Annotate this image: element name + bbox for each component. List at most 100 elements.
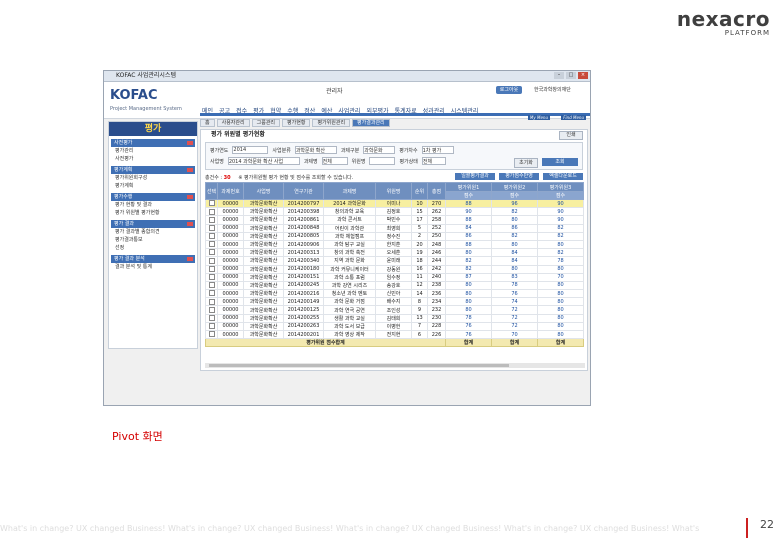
print-button[interactable]: 인쇄 xyxy=(559,131,583,140)
filter-select[interactable]: 과학문화 xyxy=(363,146,396,154)
col-business[interactable]: 사업명 xyxy=(243,182,284,200)
filter-select[interactable]: 과학문화 확산 xyxy=(294,146,337,154)
sidebar-group[interactable]: 평가 결과 xyxy=(111,220,195,228)
row-checkbox[interactable] xyxy=(205,239,218,250)
tab-eval-results[interactable]: 평가결과관리 xyxy=(352,119,390,127)
checkbox-icon[interactable] xyxy=(208,249,215,256)
row-checkbox[interactable] xyxy=(205,297,218,307)
row-checkbox[interactable] xyxy=(205,215,218,225)
maximize-icon[interactable]: □ xyxy=(566,72,576,79)
row-checkbox[interactable] xyxy=(205,280,218,291)
col-task-name[interactable]: 과제명 xyxy=(323,182,376,200)
table-row[interactable]: 00000 과학문화확산 2014200263 과학 도서 보급 이병헌 7 228 76 72… xyxy=(205,321,584,332)
row-checkbox[interactable] xyxy=(205,231,218,241)
checkbox-icon[interactable] xyxy=(208,200,215,207)
table-row[interactable]: 00000 과학문화확산 2014200245 과학 강연 시리즈 송강호 12 238 80… xyxy=(205,280,584,291)
col-institution[interactable]: 연구기관 xyxy=(283,182,324,200)
row-checkbox[interactable] xyxy=(205,198,218,209)
apply-score-button[interactable]: 평가점수반영 xyxy=(499,173,539,180)
sidebar-group[interactable]: 평가 결과 분석 xyxy=(111,255,195,263)
row-checkbox[interactable] xyxy=(205,223,218,233)
filter-select[interactable]: 1차 평가 xyxy=(421,146,454,154)
table-row[interactable]: 00000 과학문화확산 2014200805 과학 체험캠프 정수진 2 250 86 82 8… xyxy=(205,231,584,241)
minimize-icon[interactable]: – xyxy=(554,72,564,79)
sidebar-item[interactable]: 평가 현황 및 결과 xyxy=(109,201,197,209)
table-row[interactable]: 00000 과학문화확산 2014200180 과학 커뮤니케이터 강동원 16 242 82… xyxy=(205,264,584,274)
table-row[interactable]: 00000 과학문화확산 2014200313 창의 과학 축전 오세훈 19 246 80 8… xyxy=(205,248,584,258)
table-row[interactable]: 00000 과학문화확산 2014200797 2014 과학문화 이미나 10 270 88… xyxy=(205,198,584,209)
sidebar-item[interactable]: 평가관리 xyxy=(109,147,197,155)
checkbox-icon[interactable] xyxy=(208,331,215,338)
table-row[interactable]: 00000 과학문화확산 2014200398 창의과학 교육 김정호 15 262 90 82… xyxy=(205,207,584,217)
sidebar-group[interactable]: 사전평가 xyxy=(111,139,195,147)
table-row[interactable]: 00000 과학문화확산 2014200906 과학 탐구 교실 한지훈 20 248 88 8… xyxy=(205,239,584,250)
excel-download-button[interactable]: 엑셀다운로드 xyxy=(543,173,583,180)
sidebar-item[interactable]: 평가위원회구성 xyxy=(109,174,197,182)
col-rank[interactable]: 순위 xyxy=(411,182,428,200)
col-sub-2[interactable]: 점수 xyxy=(491,191,538,200)
table-row[interactable]: 00000 과학문화확산 2014200125 과학 연극 공연 조인성 9 232 80 72… xyxy=(205,305,584,315)
tab-home[interactable]: 홈 xyxy=(200,119,215,127)
checkbox-icon[interactable] xyxy=(208,208,215,215)
checkbox-icon[interactable] xyxy=(208,323,215,330)
sidebar-item[interactable]: 평가계획 xyxy=(109,182,197,190)
close-icon[interactable]: × xyxy=(578,72,588,79)
checkbox-icon[interactable] xyxy=(208,257,215,264)
logout-button[interactable]: 로그아웃 xyxy=(496,86,522,94)
filter-input[interactable]: 2014 과학문화 확산 사업 xyxy=(227,157,300,165)
table-row[interactable]: 00000 과학문화확산 2014200255 생활 과학 교실 김태희 13 230 78 7… xyxy=(205,313,584,323)
sidebar-group[interactable]: 평가수행 xyxy=(111,193,195,201)
checkbox-icon[interactable] xyxy=(208,274,215,281)
sidebar-item[interactable]: 평가 결과별 종합의견 xyxy=(109,228,197,236)
col-group-1[interactable]: 평가위원1 xyxy=(445,182,492,192)
row-checkbox[interactable] xyxy=(205,313,218,323)
sidebar-item[interactable]: 평가 위원별 평가현황 xyxy=(109,209,197,217)
row-checkbox[interactable] xyxy=(205,305,218,315)
checkbox-icon[interactable] xyxy=(208,306,215,313)
col-group-2[interactable]: 평가위원2 xyxy=(491,182,538,192)
checkbox-icon[interactable] xyxy=(208,290,215,297)
row-checkbox[interactable] xyxy=(205,248,218,258)
row-checkbox[interactable] xyxy=(205,329,218,340)
table-row[interactable]: 00000 과학문화확산 2014200861 과학 콘서트 박민수 17 258 88 80 9… xyxy=(205,215,584,225)
row-checkbox[interactable] xyxy=(205,272,218,282)
col-select[interactable]: 선택 xyxy=(205,182,218,200)
sidebar-item[interactable]: 선정 xyxy=(109,244,197,252)
reset-button[interactable]: 초기화 xyxy=(514,158,538,168)
row-checkbox[interactable] xyxy=(205,321,218,332)
row-checkbox[interactable] xyxy=(205,264,218,274)
tab-eval-members[interactable]: 평가위원관리 xyxy=(312,119,351,127)
row-checkbox[interactable] xyxy=(205,207,218,217)
col-member[interactable]: 위원명 xyxy=(375,182,412,200)
filter-input[interactable]: 전체 xyxy=(321,157,348,165)
batch-result-button[interactable]: 일괄평가결과 xyxy=(455,173,495,180)
col-task-no[interactable]: 과제번호 xyxy=(217,182,244,200)
table-row[interactable]: 00000 과학문화확산 2014200149 과학 문화 거점 배수지 8 234 80 74… xyxy=(205,297,584,307)
sidebar-item[interactable]: 결과 분석 및 통계 xyxy=(109,263,197,271)
checkbox-icon[interactable] xyxy=(208,233,215,240)
my-menu-tag[interactable]: My Menu xyxy=(527,115,550,120)
checkbox-icon[interactable] xyxy=(208,241,215,248)
checkbox-icon[interactable] xyxy=(208,298,215,305)
filter-select[interactable]: 전체 xyxy=(421,157,446,165)
col-group-3[interactable]: 평가위원3 xyxy=(537,182,584,192)
table-row[interactable]: 00000 과학문화확산 2014200848 어린이 과학관 최영희 5 252 84 86 8… xyxy=(205,223,584,233)
checkbox-icon[interactable] xyxy=(208,225,215,231)
checkbox-icon[interactable] xyxy=(208,315,215,321)
search-button[interactable]: 조회 xyxy=(542,158,578,166)
tab-eval-status[interactable]: 평가현황 xyxy=(282,119,311,127)
tab-users[interactable]: 사용자관리 xyxy=(216,119,250,127)
checkbox-icon[interactable] xyxy=(208,282,215,289)
col-total[interactable]: 총점 xyxy=(427,182,446,200)
horizontal-scrollbar[interactable] xyxy=(205,363,585,368)
row-checkbox[interactable] xyxy=(205,256,218,266)
checkbox-icon[interactable] xyxy=(208,216,215,223)
find-menu-tag[interactable]: Find Menu xyxy=(561,115,586,120)
sidebar-group[interactable]: 평가계획 xyxy=(111,166,195,174)
table-row[interactable]: 00000 과학문화확산 2014200201 과학 영상 제작 전지현 6 226 76 70… xyxy=(205,329,584,340)
scroll-thumb[interactable] xyxy=(209,364,509,367)
row-checkbox[interactable] xyxy=(205,289,218,299)
checkbox-icon[interactable] xyxy=(208,266,215,272)
table-row[interactable]: 00000 과학문화확산 2014200340 지역 과학 문화 윤미래 18 244 82 8… xyxy=(205,256,584,266)
table-row[interactable]: 00000 과학문화확산 2014200151 과학 소통 포럼 임수정 11 240 87 8… xyxy=(205,272,584,282)
